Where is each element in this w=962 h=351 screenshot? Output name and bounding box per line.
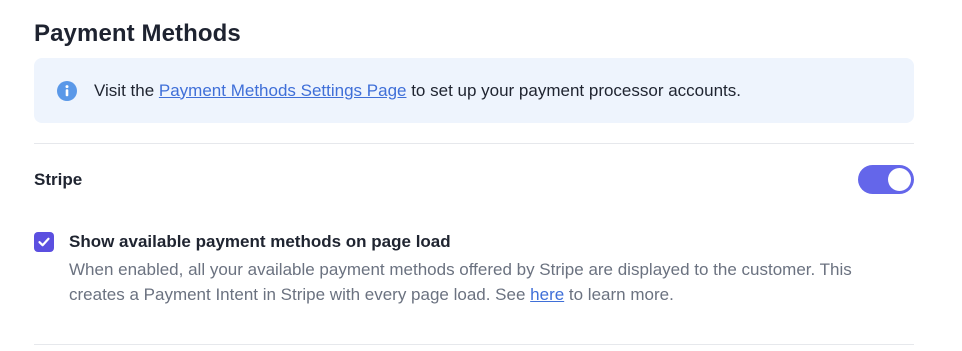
toggle-knob	[888, 168, 911, 191]
notice-prefix: Visit the	[94, 80, 159, 100]
payment-methods-panel: Payment Methods Visit the Payment Method…	[0, 0, 962, 351]
stripe-enable-toggle[interactable]	[858, 165, 914, 194]
option-description-prefix: When enabled, all your available payment…	[69, 260, 852, 304]
payment-methods-settings-link[interactable]: Payment Methods Settings Page	[159, 81, 407, 100]
stripe-label: Stripe	[34, 170, 83, 189]
info-icon	[57, 80, 77, 101]
option-title: Show available payment methods on page l…	[69, 232, 451, 251]
divider	[34, 143, 914, 144]
divider	[34, 344, 914, 345]
show-payment-methods-checkbox[interactable]	[34, 232, 54, 252]
page-title: Payment Methods	[34, 20, 241, 47]
notice-text: Visit the Payment Methods Settings Page …	[94, 81, 741, 101]
notice-suffix: to set up your payment processor account…	[406, 80, 741, 100]
info-notice: Visit the Payment Methods Settings Page …	[34, 58, 914, 123]
checkmark-icon	[38, 237, 50, 247]
learn-more-link[interactable]: here	[530, 285, 564, 304]
option-description-suffix: to learn more.	[564, 285, 674, 304]
option-description: When enabled, all your available payment…	[69, 257, 899, 307]
